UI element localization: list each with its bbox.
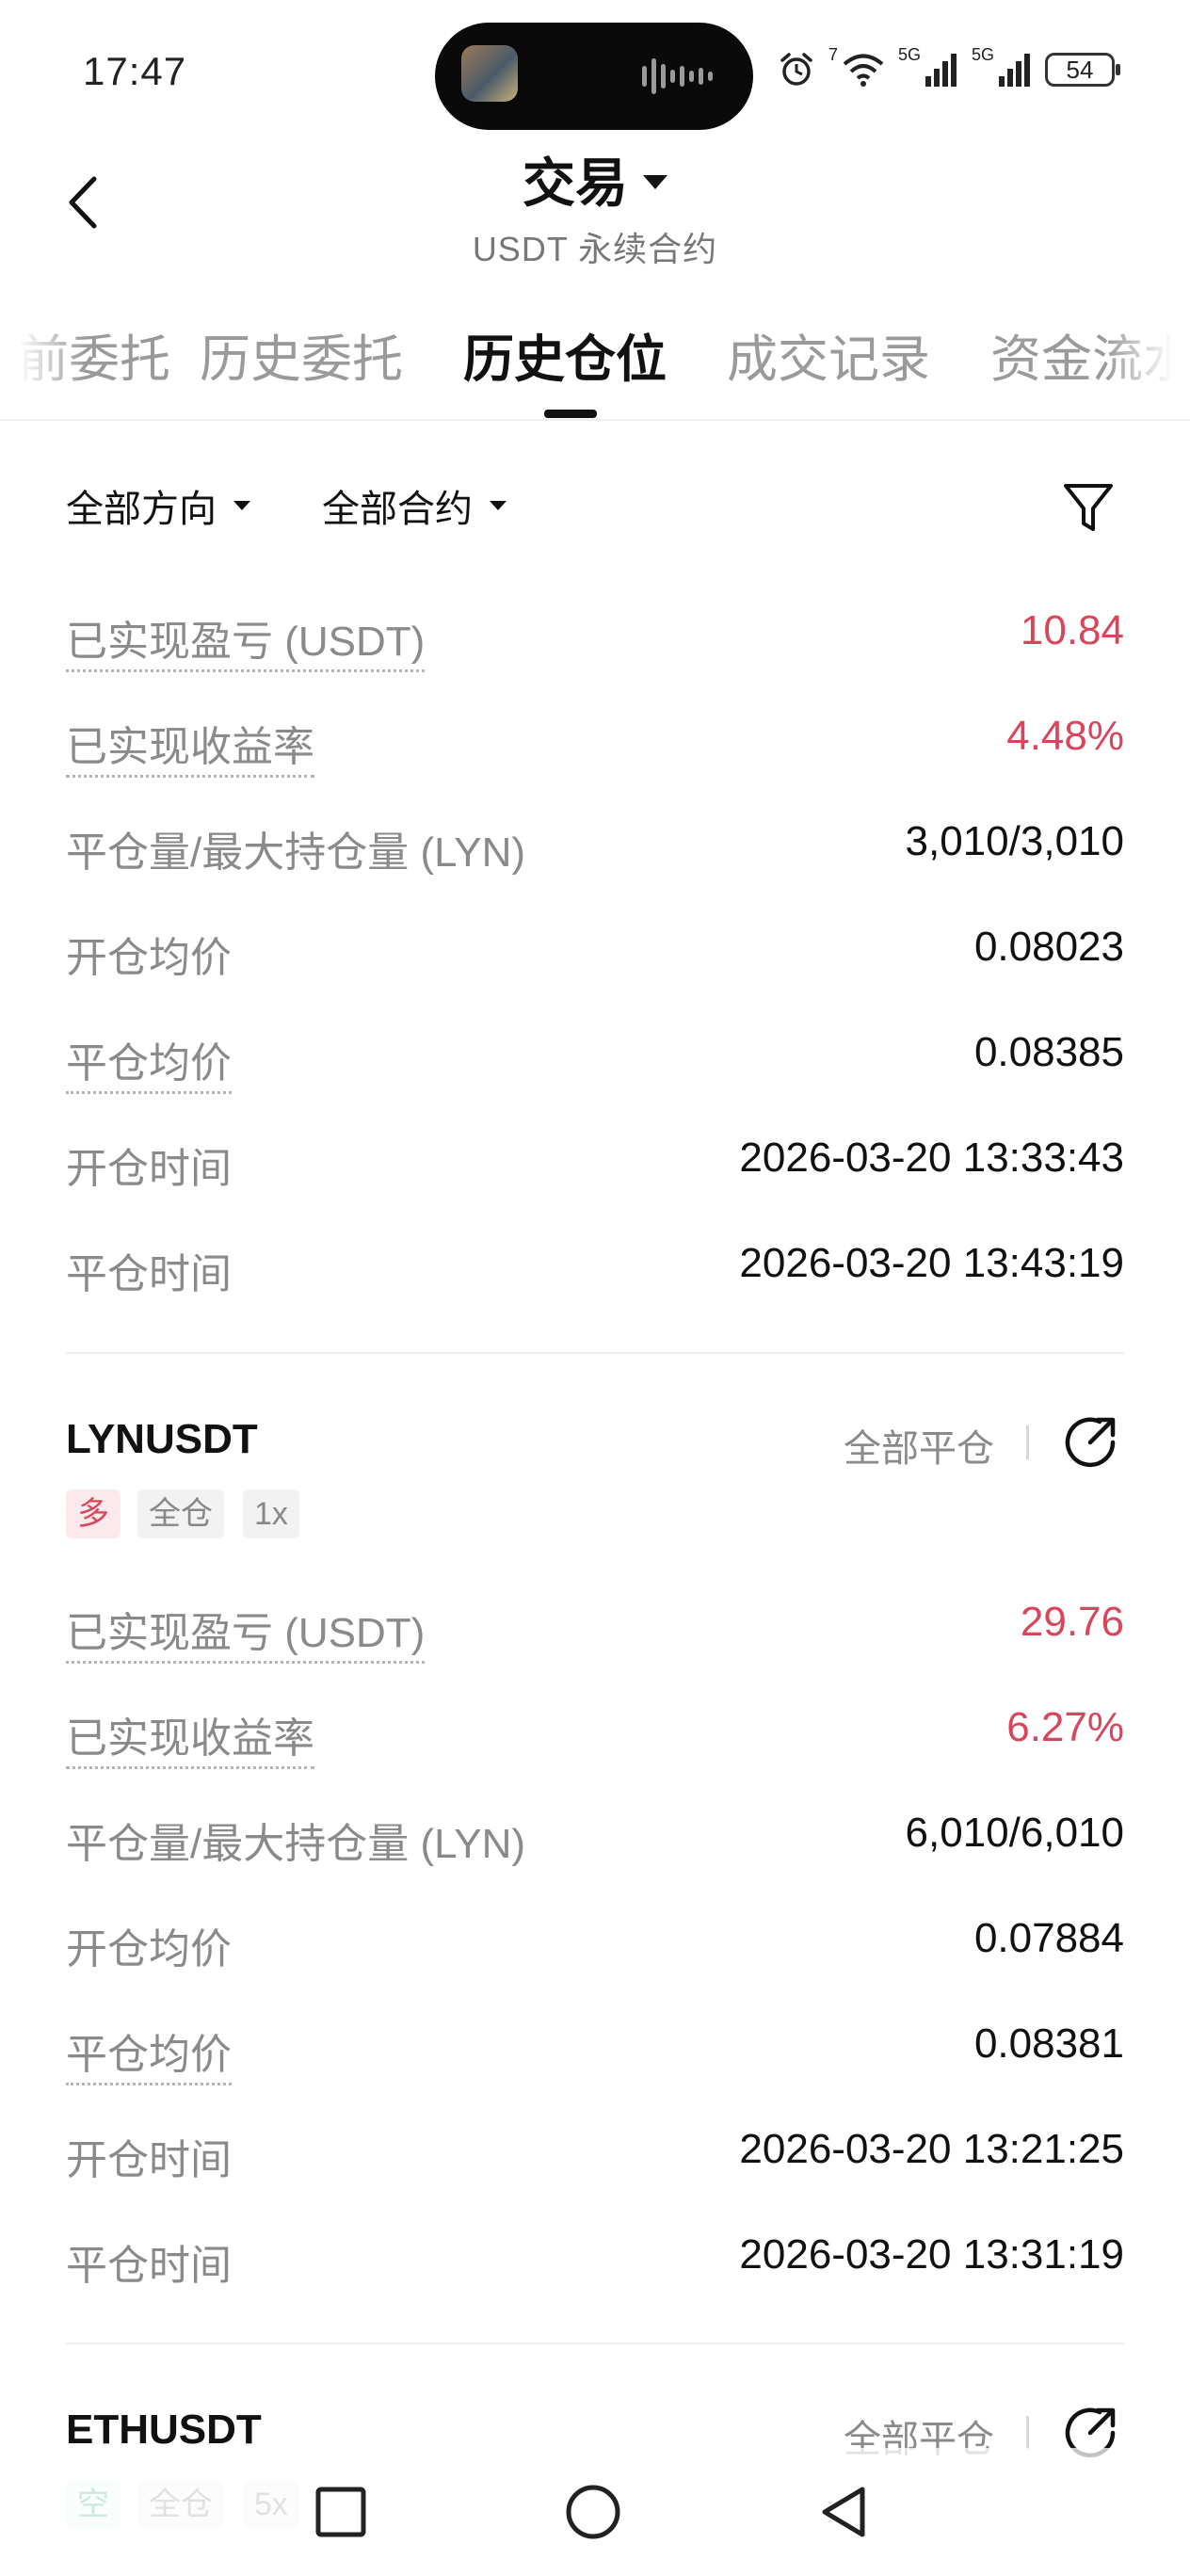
- alarm-icon: [780, 53, 812, 86]
- tabs-divider: [0, 419, 1190, 421]
- contract-filter[interactable]: 全部合约: [322, 478, 507, 533]
- tab-active-indicator: [544, 410, 597, 418]
- realized-pnl-label[interactable]: 已实现盈亏 (USDT): [66, 1599, 426, 1664]
- battery-level: 54: [1066, 55, 1094, 84]
- contract-filter-label: 全部合约: [322, 489, 473, 530]
- wifi-icon: [843, 54, 884, 87]
- realized-pnl-row: 已实现盈亏 (USDT) 10.84: [66, 598, 1124, 673]
- open-avg-price-value: 0.08023: [973, 924, 1124, 970]
- tabs-fade-left: [0, 297, 85, 410]
- open-time-row: 开仓时间 2026-03-20 13:21:25: [66, 2117, 1124, 2192]
- audio-wave-icon: [642, 58, 713, 94]
- action-separator: [1026, 2416, 1029, 2450]
- close-avg-price-label[interactable]: 平仓均价: [66, 1029, 232, 1094]
- tab-order-history[interactable]: 历史委托: [200, 317, 403, 392]
- realized-pnl-value: 10.84: [1020, 607, 1124, 653]
- close-time-value: 2026-03-20 13:31:19: [739, 2231, 1124, 2278]
- page-title-button[interactable]: 交易: [523, 141, 667, 217]
- action-separator: [1026, 1425, 1029, 1459]
- caret-down-icon: [490, 501, 507, 510]
- position-symbol: ETHUSDT: [66, 2407, 262, 2453]
- status-time: 17:47: [83, 49, 187, 93]
- card-divider: [66, 2343, 1124, 2344]
- tab-trade-history[interactable]: 成交记录: [727, 317, 930, 392]
- close-qty-row: 平仓量/最大持仓量 (LYN) 6,010/6,010: [66, 1800, 1124, 1876]
- funnel-icon[interactable]: [1062, 480, 1115, 537]
- caret-down-icon: [643, 174, 667, 189]
- close-time-label: 平仓时间: [66, 1251, 232, 1297]
- close-time-row: 平仓时间 2026-03-20 13:43:19: [66, 1231, 1124, 1306]
- realized-roi-label[interactable]: 已实现收益率: [66, 713, 314, 778]
- close-avg-price-value: 0.08381: [973, 2021, 1124, 2067]
- signal-icon: [999, 54, 1030, 87]
- close-qty-label: 平仓量/最大持仓量 (LYN): [66, 1821, 526, 1867]
- close-qty-label: 平仓量/最大持仓量 (LYN): [66, 829, 526, 876]
- realized-pnl-label[interactable]: 已实现盈亏 (USDT): [66, 607, 426, 672]
- open-avg-price-label: 开仓均价: [66, 1926, 232, 1972]
- home-icon[interactable]: [563, 2482, 623, 2542]
- header-title-wrap: 交易: [0, 141, 1190, 217]
- network-type-1: 5G: [897, 45, 921, 64]
- status-icons: 7 5G 5G 54: [778, 41, 1120, 98]
- open-avg-price-label: 开仓均价: [66, 935, 232, 981]
- page-subtitle: USDT 永续合约: [472, 230, 718, 268]
- open-time-value: 2026-03-20 13:33:43: [739, 1135, 1124, 1181]
- leverage-badge: 1x: [243, 1489, 299, 1538]
- tabs-fade-right: [1105, 297, 1190, 410]
- close-time-label: 平仓时间: [66, 2243, 232, 2289]
- dynamic-island[interactable]: [435, 23, 753, 130]
- tab-position-history[interactable]: 历史仓位: [463, 317, 667, 392]
- close-qty-value: 6,010/6,010: [905, 1810, 1124, 1856]
- back-triangle-icon[interactable]: [815, 2482, 876, 2542]
- close-avg-price-label[interactable]: 平仓均价: [66, 2021, 232, 2085]
- realized-pnl-value: 29.76: [1020, 1599, 1124, 1645]
- side-badge: 多: [66, 1489, 121, 1538]
- open-time-row: 开仓时间 2026-03-20 13:33:43: [66, 1125, 1124, 1200]
- battery-icon: 54: [1045, 53, 1120, 87]
- open-time-label: 开仓时间: [66, 1146, 232, 1192]
- caret-down-icon: [233, 501, 250, 510]
- status-bar: 17:47 7 5G 5G 54: [0, 0, 1190, 141]
- margin-mode-badge: 全仓: [137, 1489, 224, 1538]
- realized-roi-value: 6.27%: [1006, 1704, 1124, 1750]
- close-avg-price-row: 平仓均价 0.08385: [66, 1020, 1124, 1095]
- close-time-row: 平仓时间 2026-03-20 13:31:19: [66, 2222, 1124, 2297]
- position-symbol: LYNUSDT: [66, 1416, 258, 1462]
- realized-roi-row: 已实现收益率 6.27%: [66, 1695, 1124, 1770]
- open-avg-price-row: 开仓均价 0.07884: [66, 1906, 1124, 1981]
- network-type-2: 5G: [971, 45, 994, 64]
- direction-filter-label: 全部方向: [66, 489, 217, 530]
- direction-filter[interactable]: 全部方向: [66, 478, 250, 533]
- open-time-label: 开仓时间: [66, 2137, 232, 2183]
- card-divider: [66, 1352, 1124, 1354]
- realized-roi-row: 已实现收益率 4.48%: [66, 703, 1124, 779]
- close-avg-price-value: 0.08385: [973, 1029, 1124, 1075]
- close-all-button[interactable]: 全部平仓: [844, 1418, 994, 1473]
- signal-icon: [925, 54, 957, 87]
- realized-roi-value: 4.48%: [1006, 713, 1124, 759]
- share-icon[interactable]: [1062, 1414, 1118, 1471]
- tab-bar: 当前委托 历史委托 历史仓位 成交记录 资金流水: [0, 297, 1190, 419]
- close-qty-value: 3,010/3,010: [905, 818, 1124, 864]
- media-thumbnail: [461, 45, 518, 102]
- close-qty-row: 平仓量/最大持仓量 (LYN) 3,010/3,010: [66, 809, 1124, 884]
- open-time-value: 2026-03-20 13:21:25: [739, 2126, 1124, 2172]
- system-nav-bar: [0, 2448, 1190, 2576]
- open-avg-price-row: 开仓均价 0.08023: [66, 914, 1124, 990]
- open-avg-price-value: 0.07884: [973, 1915, 1124, 1961]
- realized-roi-label[interactable]: 已实现收益率: [66, 1704, 314, 1769]
- close-time-value: 2026-03-20 13:43:19: [739, 1240, 1124, 1286]
- wifi-badge: 7: [828, 45, 838, 64]
- recent-apps-icon[interactable]: [311, 2482, 371, 2542]
- realized-pnl-row: 已实现盈亏 (USDT) 29.76: [66, 1589, 1124, 1665]
- page-title: 交易: [523, 153, 628, 213]
- close-avg-price-row: 平仓均价 0.08381: [66, 2011, 1124, 2086]
